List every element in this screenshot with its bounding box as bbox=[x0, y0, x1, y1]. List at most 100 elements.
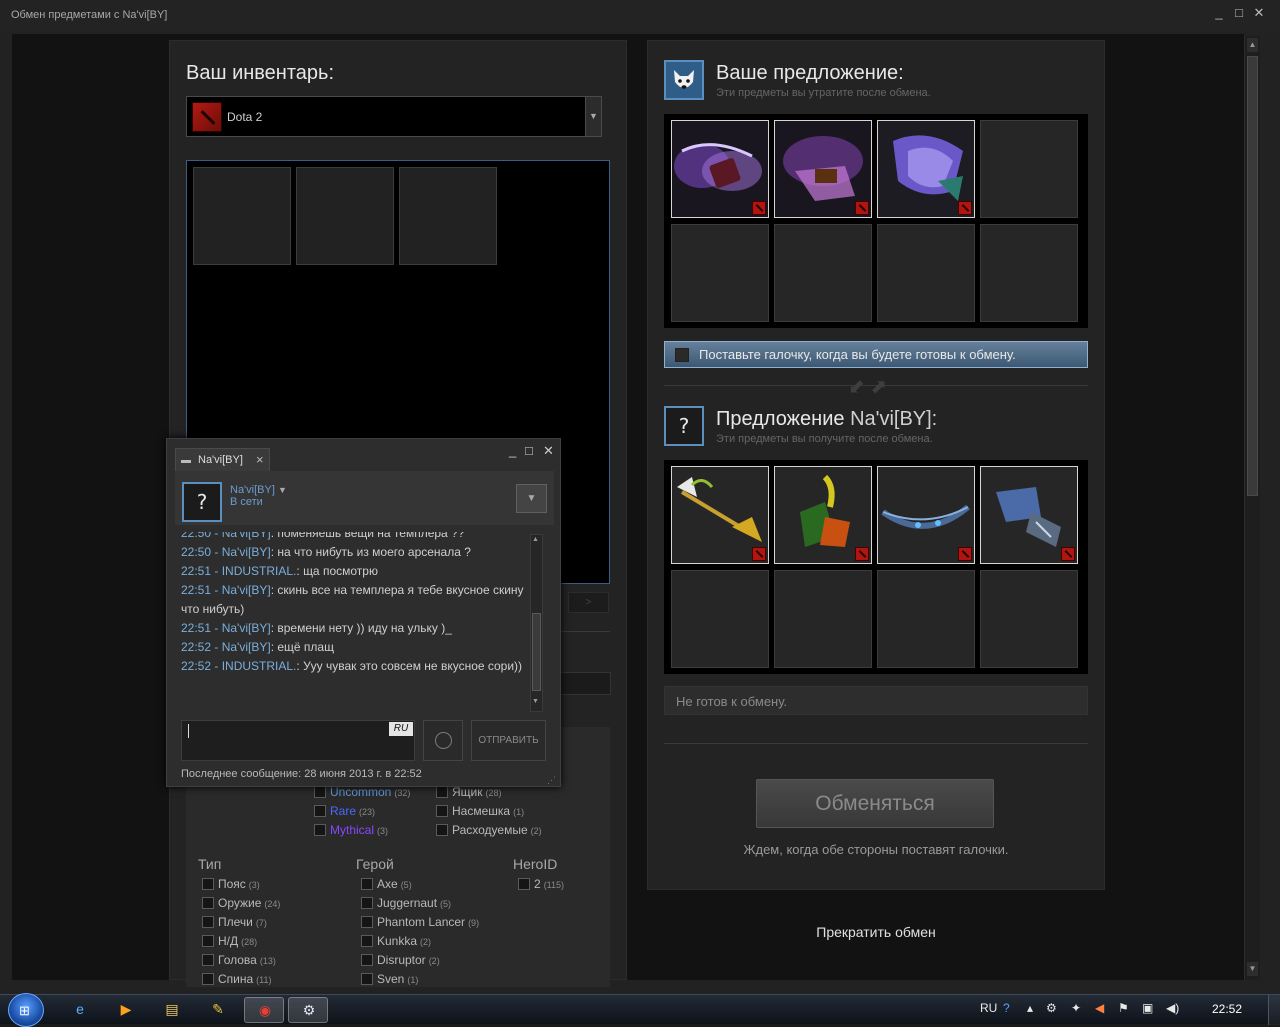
chat-tab[interactable]: ▬ Na'vi[BY] × bbox=[175, 448, 270, 471]
taskbar-ie[interactable]: e bbox=[60, 997, 100, 1023]
filter-misc-item[interactable]: Расходуемые (2) bbox=[436, 823, 542, 839]
title-bar[interactable]: Обмен предметами с Na'vi[BY] _ □ ✕ bbox=[0, 0, 1280, 32]
your-offer-slot-empty[interactable] bbox=[671, 224, 769, 322]
chevron-down-icon[interactable]: ▼ bbox=[585, 97, 601, 136]
scroll-down-arrow-icon[interactable]: ▼ bbox=[1247, 962, 1258, 976]
taskbar-media-player[interactable]: ▶ bbox=[106, 997, 146, 1023]
tray-arrow-icon[interactable]: ▴ bbox=[1027, 1001, 1033, 1015]
chat-message-input[interactable]: RU bbox=[181, 720, 415, 761]
their-offer-item-2[interactable] bbox=[774, 466, 872, 564]
page-scrollbar[interactable]: ▲ ▼ bbox=[1244, 36, 1260, 980]
filter-type-item[interactable]: Н/Д (28) bbox=[202, 934, 257, 950]
trade-button[interactable]: Обменяться bbox=[756, 779, 994, 828]
chat-scroll-thumb[interactable] bbox=[532, 613, 541, 691]
your-avatar[interactable] bbox=[664, 60, 704, 100]
filter-misc-item[interactable]: Насмешка (1) bbox=[436, 804, 524, 820]
your-offer-slot-empty[interactable] bbox=[980, 120, 1078, 218]
filter-checkbox[interactable] bbox=[202, 954, 214, 966]
your-offer-item-2[interactable] bbox=[774, 120, 872, 218]
chat-menu-button[interactable]: ▼ bbox=[516, 484, 547, 513]
filter-checkbox[interactable] bbox=[202, 935, 214, 947]
filter-type-item[interactable]: Плечи (7) bbox=[202, 915, 267, 931]
steam-tray-icon[interactable]: ⚙ bbox=[1046, 1001, 1057, 1015]
filter-hero-item[interactable]: Disruptor (2) bbox=[361, 953, 440, 969]
filter-checkbox[interactable] bbox=[314, 786, 326, 798]
inventory-slot[interactable] bbox=[399, 167, 497, 265]
filter-checkbox[interactable] bbox=[314, 824, 326, 836]
filter-hero-item[interactable]: Kunkka (2) bbox=[361, 934, 431, 950]
filter-checkbox[interactable] bbox=[202, 897, 214, 909]
friend-name[interactable]: Na'vi[BY] ▼ bbox=[230, 484, 287, 496]
taskbar-explorer[interactable]: ▤ bbox=[152, 997, 192, 1023]
taskbar-app4[interactable]: ✎ bbox=[198, 997, 238, 1023]
inventory-slot[interactable] bbox=[296, 167, 394, 265]
filter-hero-item[interactable]: Juggernaut (5) bbox=[361, 896, 451, 912]
game-select[interactable]: Dota 2 ▼ bbox=[186, 96, 602, 137]
filter-checkbox[interactable] bbox=[314, 805, 326, 817]
filter-hero-item[interactable]: Axe (5) bbox=[361, 877, 412, 893]
filter-checkbox[interactable] bbox=[518, 878, 530, 890]
filter-checkbox[interactable] bbox=[202, 916, 214, 928]
filter-type-item[interactable]: Спина (11) bbox=[202, 972, 272, 988]
filter-checkbox[interactable] bbox=[361, 916, 373, 928]
scrollbar-thumb[interactable] bbox=[1247, 56, 1258, 496]
scroll-down-arrow-icon[interactable]: ▼ bbox=[532, 698, 539, 705]
filter-checkbox[interactable] bbox=[361, 878, 373, 890]
scroll-up-arrow-icon[interactable]: ▲ bbox=[1247, 38, 1258, 52]
language-indicator[interactable]: RU bbox=[980, 1001, 997, 1015]
filter-checkbox[interactable] bbox=[361, 954, 373, 966]
action-center-flag-icon[interactable]: ⚑ bbox=[1118, 1001, 1129, 1015]
chat-maximize-button[interactable]: □ bbox=[525, 443, 533, 458]
maximize-button[interactable]: □ bbox=[1232, 6, 1246, 20]
taskbar-chrome[interactable]: ◉ bbox=[244, 997, 284, 1023]
filter-rarity-uncommon[interactable]: Uncommon (32) bbox=[314, 785, 410, 801]
filter-type-item[interactable]: Оружие (24) bbox=[202, 896, 280, 912]
filter-rarity-mythical[interactable]: Mythical (3) bbox=[314, 823, 388, 839]
their-offer-item-1[interactable] bbox=[671, 466, 769, 564]
start-button[interactable]: ⊞ bbox=[8, 993, 44, 1027]
ready-checkbox-bar[interactable]: Поставьте галочку, когда вы будете готов… bbox=[664, 341, 1088, 368]
network-icon[interactable]: ▣ bbox=[1142, 1001, 1153, 1015]
tray-volume-warning-icon[interactable]: ◀ bbox=[1095, 1001, 1104, 1015]
volume-icon[interactable]: ◀) bbox=[1166, 1001, 1179, 1015]
your-offer-item-3[interactable] bbox=[877, 120, 975, 218]
chat-close-button[interactable]: ✕ bbox=[543, 443, 554, 459]
chevron-down-icon[interactable]: ▼ bbox=[278, 485, 287, 495]
filter-rarity-rare[interactable]: Rare (23) bbox=[314, 804, 375, 820]
filter-heroid-item[interactable]: 2 (115) bbox=[518, 877, 564, 893]
cancel-trade-link[interactable]: Прекратить обмен bbox=[664, 924, 1088, 940]
filter-checkbox[interactable] bbox=[202, 973, 214, 985]
filter-checkbox[interactable] bbox=[436, 786, 448, 798]
filter-type-item[interactable]: Голова (13) bbox=[202, 953, 276, 969]
filter-checkbox[interactable] bbox=[361, 935, 373, 947]
chat-minimize-button[interactable]: _ bbox=[509, 443, 516, 458]
your-offer-slot-empty[interactable] bbox=[877, 224, 975, 322]
emoticon-button[interactable] bbox=[423, 720, 463, 761]
clock[interactable]: 22:52 bbox=[1212, 1002, 1242, 1016]
help-icon[interactable]: ? bbox=[1003, 1001, 1010, 1015]
filter-checkbox[interactable] bbox=[436, 805, 448, 817]
inventory-next-page-button[interactable]: > bbox=[568, 592, 609, 613]
your-offer-item-1[interactable] bbox=[671, 120, 769, 218]
filter-checkbox[interactable] bbox=[202, 878, 214, 890]
inventory-slot[interactable] bbox=[193, 167, 291, 265]
filter-misc-item[interactable]: Ящик (28) bbox=[436, 785, 502, 801]
taskbar-steam[interactable]: ⚙ bbox=[288, 997, 328, 1023]
filter-hero-item[interactable]: Phantom Lancer (9) bbox=[361, 915, 479, 931]
chat-scrollbar[interactable]: ▲ ▼ bbox=[530, 534, 543, 712]
filter-checkbox[interactable] bbox=[361, 973, 373, 985]
minimize-button[interactable]: _ bbox=[1212, 6, 1226, 20]
filter-checkbox[interactable] bbox=[361, 897, 373, 909]
tray-app-icon[interactable]: ✦ bbox=[1071, 1001, 1081, 1015]
close-button[interactable]: ✕ bbox=[1252, 6, 1266, 20]
send-button[interactable]: ОТПРАВИТЬ bbox=[471, 720, 546, 761]
scroll-up-arrow-icon[interactable]: ▲ bbox=[532, 536, 539, 543]
their-offer-item-4[interactable] bbox=[980, 466, 1078, 564]
friend-avatar[interactable]: ? bbox=[182, 482, 222, 522]
filter-checkbox[interactable] bbox=[436, 824, 448, 836]
your-offer-slot-empty[interactable] bbox=[774, 224, 872, 322]
resize-grip-icon[interactable]: ⋰ bbox=[547, 775, 556, 786]
ready-checkbox[interactable] bbox=[675, 348, 689, 362]
their-offer-item-3[interactable] bbox=[877, 466, 975, 564]
partner-avatar[interactable]: ? bbox=[664, 406, 704, 446]
